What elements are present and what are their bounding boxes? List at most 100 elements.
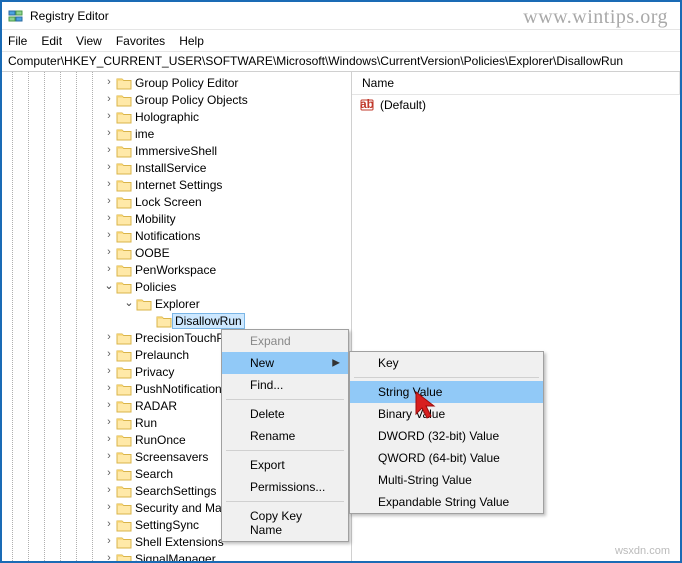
ctx-expand[interactable]: Expand [222,330,348,352]
submenu-arrow-icon: ▶ [332,358,340,369]
separator [226,450,344,451]
chevron-right-icon[interactable]: › [102,536,116,547]
chevron-right-icon[interactable]: › [102,553,116,561]
menu-edit[interactable]: Edit [41,34,62,48]
tree-node-label: Search [135,467,173,481]
tree-node-label: Screensavers [135,450,208,464]
folder-icon [116,229,132,243]
menu-file[interactable]: File [8,34,27,48]
folder-icon [116,535,132,549]
ctx-new-multistring[interactable]: Multi-String Value [350,469,543,491]
column-name[interactable]: Name [352,72,680,94]
ctx-find[interactable]: Find... [222,374,348,396]
chevron-right-icon[interactable]: › [102,264,116,275]
separator [226,501,344,502]
chevron-right-icon[interactable]: › [102,128,116,139]
tree-node[interactable]: › OOBE [2,244,351,261]
folder-icon [116,518,132,532]
chevron-right-icon[interactable]: › [102,468,116,479]
ctx-new-string[interactable]: String Value [350,381,543,403]
chevron-right-icon[interactable]: › [102,417,116,428]
chevron-right-icon[interactable]: › [102,400,116,411]
folder-icon [116,280,132,294]
tree-node-label: OOBE [135,246,170,260]
ctx-new-qword64[interactable]: QWORD (64-bit) Value [350,447,543,469]
chevron-right-icon[interactable]: › [102,332,116,343]
tree-node-label: Run [135,416,157,430]
tree-node[interactable]: ›InstallService [2,159,351,176]
chevron-right-icon[interactable]: › [102,77,116,88]
tree-node[interactable]: › Holographic [2,108,351,125]
menu-help[interactable]: Help [179,34,204,48]
folder-icon [116,110,132,124]
tree-node-label: Prelaunch [135,348,189,362]
chevron-right-icon[interactable]: › [102,451,116,462]
chevron-right-icon[interactable]: › [102,519,116,530]
tree-node-label: PushNotifications [135,382,228,396]
tree-node[interactable]: › SignalManager [2,550,351,561]
tree-node[interactable]: ⌄Policies [2,278,351,295]
ctx-new-expstring[interactable]: Expandable String Value [350,491,543,513]
chevron-right-icon[interactable]: › [102,434,116,445]
tree-node[interactable]: ›Mobility [2,210,351,227]
chevron-right-icon[interactable]: › [102,213,116,224]
folder-icon [136,297,152,311]
tree-node-label: SettingSync [135,518,199,532]
folder-icon [116,178,132,192]
folder-icon [116,331,132,345]
chevron-right-icon[interactable]: › [102,162,116,173]
menubar: File Edit View Favorites Help [2,30,680,52]
ctx-new[interactable]: New▶ [222,352,348,374]
tree-node[interactable]: DisallowRun [2,312,351,329]
value-row-default[interactable]: ab (Default) [352,95,680,115]
ctx-new-binary[interactable]: Binary Value [350,403,543,425]
tree-node[interactable]: ›ImmersiveShell [2,142,351,159]
tree-node-label: Explorer [155,297,200,311]
ctx-copy-key-name[interactable]: Copy Key Name [222,505,348,541]
menu-view[interactable]: View [76,34,102,48]
address-bar[interactable]: Computer\HKEY_CURRENT_USER\SOFTWARE\Micr… [2,52,680,72]
chevron-right-icon[interactable]: › [102,247,116,258]
chevron-right-icon[interactable]: › [102,94,116,105]
ctx-new-key[interactable]: Key [350,352,543,374]
ctx-permissions[interactable]: Permissions... [222,476,348,498]
ctx-delete[interactable]: Delete [222,403,348,425]
folder-icon [116,246,132,260]
folder-icon [116,263,132,277]
tree-node[interactable]: › Group Policy Editor [2,74,351,91]
chevron-right-icon[interactable]: › [102,111,116,122]
ctx-export[interactable]: Export [222,454,348,476]
tree-node[interactable]: › Group Policy Objects [2,91,351,108]
chevron-right-icon[interactable]: › [102,383,116,394]
tree-node-label: Group Policy Editor [135,76,238,90]
tree-node-label: Holographic [135,110,199,124]
folder-icon [116,76,132,90]
chevron-right-icon[interactable]: › [102,196,116,207]
chevron-right-icon[interactable]: › [102,366,116,377]
tree-node[interactable]: › Notifications [2,227,351,244]
chevron-down-icon[interactable]: ⌄ [122,298,136,309]
tree-node-label: Group Policy Objects [135,93,248,107]
ctx-new-dword32[interactable]: DWORD (32-bit) Value [350,425,543,447]
tree-node[interactable]: ›ime [2,125,351,142]
chevron-right-icon[interactable]: › [102,349,116,360]
menu-favorites[interactable]: Favorites [116,34,165,48]
folder-icon [116,416,132,430]
tree-node[interactable]: ⌄ Explorer [2,295,351,312]
tree-node[interactable]: ›Internet Settings [2,176,351,193]
tree-node[interactable]: ›Lock Screen [2,193,351,210]
context-menu-key: Expand New▶ Find... Delete Rename Export… [221,329,349,542]
svg-text:ab: ab [360,98,374,111]
chevron-right-icon[interactable]: › [102,230,116,241]
tree-node-label: SignalManager [135,552,216,562]
tree-node[interactable]: ›PenWorkspace [2,261,351,278]
ctx-rename[interactable]: Rename [222,425,348,447]
chevron-right-icon[interactable]: › [102,179,116,190]
chevron-right-icon[interactable]: › [102,502,116,513]
chevron-right-icon[interactable]: › [102,485,116,496]
tree-node-label: Notifications [135,229,200,243]
chevron-right-icon[interactable]: › [102,145,116,156]
value-name: (Default) [380,98,426,112]
titlebar: Registry Editor [2,2,680,30]
chevron-down-icon[interactable]: ⌄ [102,281,116,292]
